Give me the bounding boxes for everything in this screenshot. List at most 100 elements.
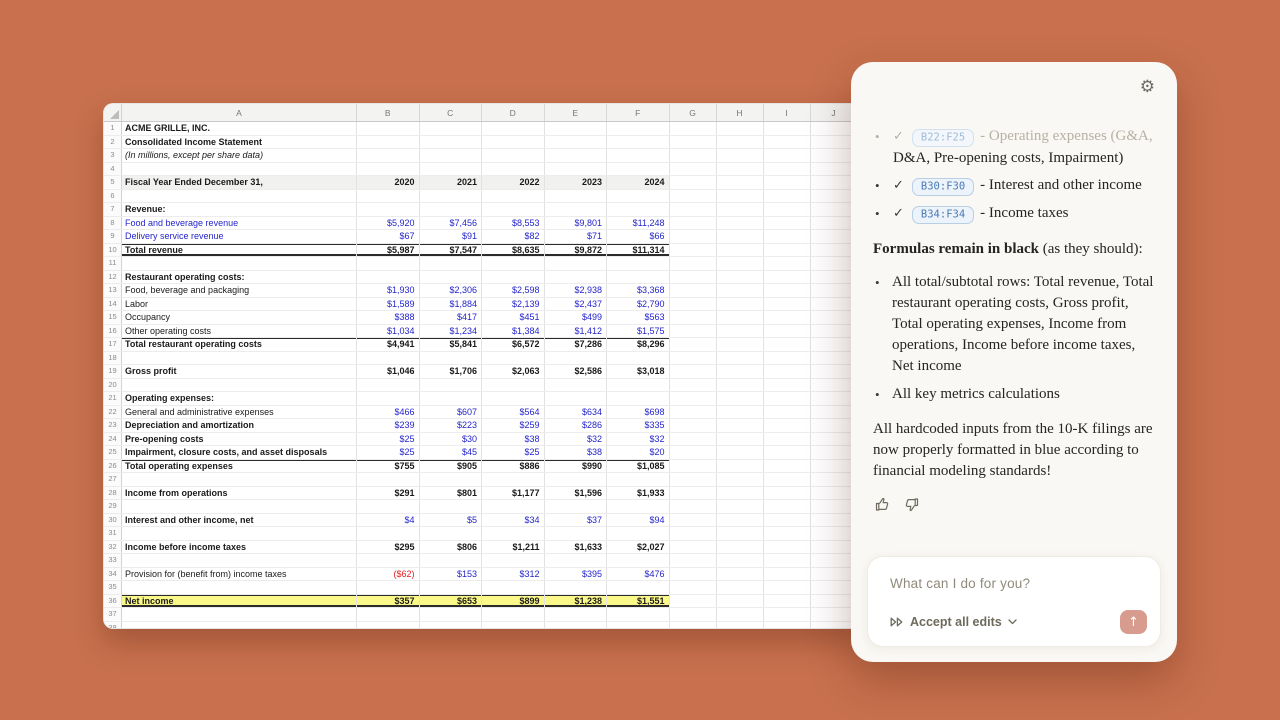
cell-G6[interactable] — [670, 190, 717, 203]
cell-C12[interactable] — [420, 271, 483, 284]
column-header-H[interactable]: H — [717, 104, 764, 121]
cell-A20[interactable] — [122, 379, 357, 392]
cell-D13[interactable]: $2,598 — [482, 284, 545, 297]
cell-D20[interactable] — [482, 379, 545, 392]
cell-I37[interactable] — [764, 608, 811, 621]
cell-A2[interactable]: Consolidated Income Statement — [122, 136, 357, 149]
row-number-26[interactable]: 26 — [104, 460, 122, 473]
cell-E9[interactable]: $71 — [545, 230, 608, 243]
cell-I11[interactable] — [764, 257, 811, 270]
cell-E18[interactable] — [545, 352, 608, 365]
cell-C36[interactable]: $653 — [420, 595, 483, 608]
row-number-9[interactable]: 9 — [104, 230, 122, 243]
cell-A15[interactable]: Occupancy — [122, 311, 357, 324]
cell-I4[interactable] — [764, 163, 811, 176]
cell-H29[interactable] — [717, 500, 764, 513]
cell-F28[interactable]: $1,933 — [607, 487, 670, 500]
cell-H3[interactable] — [717, 149, 764, 162]
cell-C4[interactable] — [420, 163, 483, 176]
cell-B7[interactable] — [357, 203, 420, 216]
column-header-F[interactable]: F — [607, 104, 670, 121]
cell-D38[interactable] — [482, 622, 545, 630]
cell-I27[interactable] — [764, 473, 811, 486]
cell-F17[interactable]: $8,296 — [607, 338, 670, 351]
cell-F32[interactable]: $2,027 — [607, 541, 670, 554]
row-number-36[interactable]: 36 — [104, 595, 122, 608]
cell-I12[interactable] — [764, 271, 811, 284]
cell-G36[interactable] — [670, 595, 717, 608]
cell-E38[interactable] — [545, 622, 608, 630]
row-number-11[interactable]: 11 — [104, 257, 122, 270]
cell-G14[interactable] — [670, 298, 717, 311]
cell-C11[interactable] — [420, 257, 483, 270]
cell-H7[interactable] — [717, 203, 764, 216]
cell-A31[interactable] — [122, 527, 357, 540]
cell-G30[interactable] — [670, 514, 717, 527]
cell-F11[interactable] — [607, 257, 670, 270]
cell-C32[interactable]: $806 — [420, 541, 483, 554]
cell-E21[interactable] — [545, 392, 608, 405]
cell-G34[interactable] — [670, 568, 717, 581]
cell-G25[interactable] — [670, 446, 717, 459]
cell-H9[interactable] — [717, 230, 764, 243]
cell-G28[interactable] — [670, 487, 717, 500]
cell-G24[interactable] — [670, 433, 717, 446]
cell-B21[interactable] — [357, 392, 420, 405]
row-number-13[interactable]: 13 — [104, 284, 122, 297]
cell-G18[interactable] — [670, 352, 717, 365]
cell-B25[interactable]: $25 — [357, 446, 420, 459]
cell-C24[interactable]: $30 — [420, 433, 483, 446]
column-header-A[interactable]: A — [122, 104, 357, 121]
cell-D30[interactable]: $34 — [482, 514, 545, 527]
cell-C34[interactable]: $153 — [420, 568, 483, 581]
cell-B3[interactable] — [357, 149, 420, 162]
cell-B2[interactable] — [357, 136, 420, 149]
cell-I20[interactable] — [764, 379, 811, 392]
cell-D22[interactable]: $564 — [482, 406, 545, 419]
cell-B29[interactable] — [357, 500, 420, 513]
cell-H38[interactable] — [717, 622, 764, 630]
cell-E12[interactable] — [545, 271, 608, 284]
cell-I32[interactable] — [764, 541, 811, 554]
row-number-23[interactable]: 23 — [104, 419, 122, 432]
row-number-2[interactable]: 2 — [104, 136, 122, 149]
cell-H16[interactable] — [717, 325, 764, 338]
cell-B38[interactable] — [357, 622, 420, 630]
cell-B16[interactable]: $1,034 — [357, 325, 420, 338]
cell-F31[interactable] — [607, 527, 670, 540]
cell-A5[interactable]: Fiscal Year Ended December 31, — [122, 176, 357, 189]
cell-I18[interactable] — [764, 352, 811, 365]
cell-E31[interactable] — [545, 527, 608, 540]
row-number-19[interactable]: 19 — [104, 365, 122, 378]
cell-A13[interactable]: Food, beverage and packaging — [122, 284, 357, 297]
cell-B27[interactable] — [357, 473, 420, 486]
cell-I2[interactable] — [764, 136, 811, 149]
cell-E24[interactable]: $32 — [545, 433, 608, 446]
cell-C13[interactable]: $2,306 — [420, 284, 483, 297]
cell-E10[interactable]: $9,872 — [545, 244, 608, 257]
cell-F10[interactable]: $11,314 — [607, 244, 670, 257]
cell-E2[interactable] — [545, 136, 608, 149]
column-header-I[interactable]: I — [764, 104, 811, 121]
select-all-corner[interactable] — [104, 104, 122, 121]
cell-C28[interactable]: $801 — [420, 487, 483, 500]
cell-D35[interactable] — [482, 581, 545, 594]
cell-F36[interactable]: $1,551 — [607, 595, 670, 608]
cell-C14[interactable]: $1,884 — [420, 298, 483, 311]
cell-H31[interactable] — [717, 527, 764, 540]
cell-I35[interactable] — [764, 581, 811, 594]
send-button[interactable]: ↑ — [1120, 610, 1147, 634]
cell-G23[interactable] — [670, 419, 717, 432]
cell-E29[interactable] — [545, 500, 608, 513]
cell-H13[interactable] — [717, 284, 764, 297]
cell-D12[interactable] — [482, 271, 545, 284]
row-number-33[interactable]: 33 — [104, 554, 122, 567]
cell-E28[interactable]: $1,596 — [545, 487, 608, 500]
cell-F30[interactable]: $94 — [607, 514, 670, 527]
cell-D5[interactable]: 2022 — [482, 176, 545, 189]
cell-H4[interactable] — [717, 163, 764, 176]
cell-F19[interactable]: $3,018 — [607, 365, 670, 378]
thumbs-up-icon[interactable] — [873, 495, 891, 513]
row-number-4[interactable]: 4 — [104, 163, 122, 176]
cell-F7[interactable] — [607, 203, 670, 216]
